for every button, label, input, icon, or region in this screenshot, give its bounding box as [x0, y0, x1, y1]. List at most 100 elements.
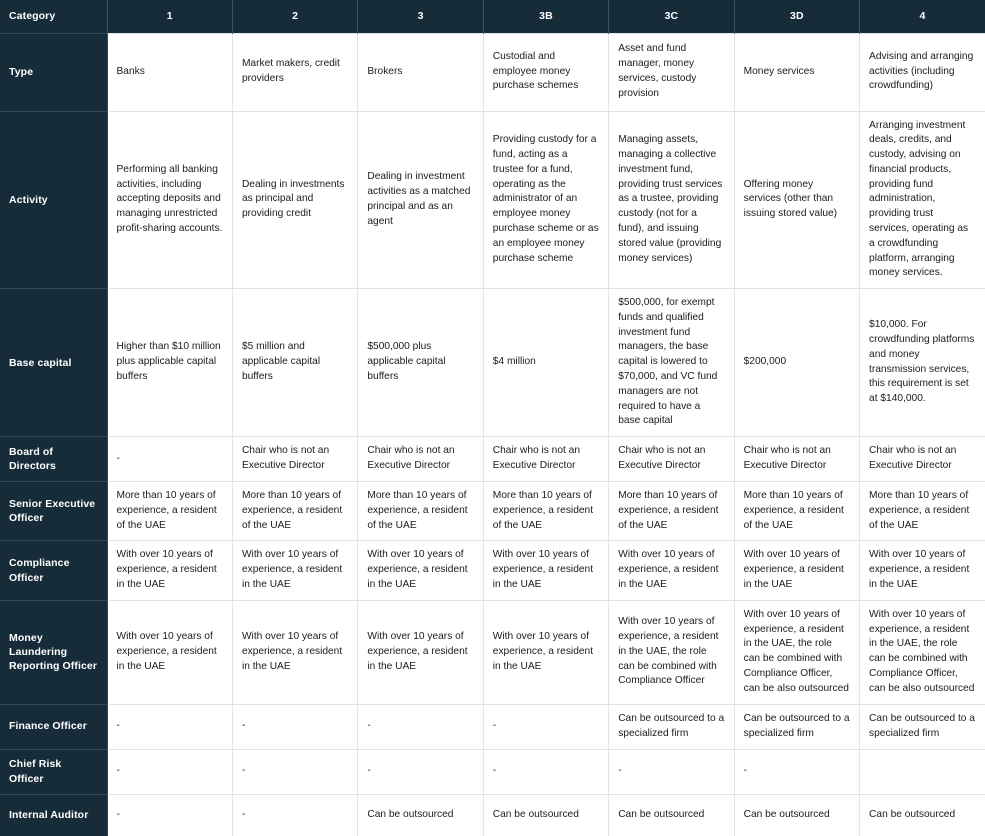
column-header-3b: 3B — [483, 0, 610, 33]
cell-type-3b: Custodial and employee money purchase sc… — [483, 32, 610, 111]
cell-chief-risk-officer-4 — [859, 748, 985, 794]
cell-finance-officer-3c: Can be outsourced to a specialized firm — [608, 703, 735, 749]
cell-senior-executive-officer-3d: More than 10 years of experience, a resi… — [734, 481, 861, 541]
table-row: Type Banks Market makers, credit provide… — [0, 32, 985, 111]
cell-finance-officer-3b: - — [483, 703, 610, 749]
cell-chief-risk-officer-3: - — [357, 748, 484, 794]
table-row: Base capital Higher than $10 million plu… — [0, 288, 985, 437]
cell-base-capital-4: $10,000. For crowdfunding platforms and … — [859, 288, 985, 437]
cell-compliance-officer-1: With over 10 years of experience, a resi… — [107, 540, 233, 601]
cell-activity-3d: Offering money services (other than issu… — [734, 110, 861, 289]
cell-type-3c: Asset and fund manager, money services, … — [608, 32, 735, 111]
cell-activity-3b: Providing custody for a fund, acting as … — [483, 110, 610, 289]
cell-board-of-directors-3b: Chair who is not an Executive Director — [483, 436, 610, 482]
cell-activity-1: Performing all banking activities, inclu… — [107, 110, 233, 289]
cell-finance-officer-2: - — [232, 703, 359, 749]
cell-chief-risk-officer-2: - — [232, 748, 359, 794]
cell-finance-officer-3: - — [357, 703, 484, 749]
row-header-activity: Activity — [0, 110, 108, 289]
column-header-1: 1 — [107, 0, 233, 33]
cell-senior-executive-officer-2: More than 10 years of experience, a resi… — [232, 481, 359, 541]
cell-board-of-directors-4: Chair who is not an Executive Director — [859, 436, 985, 482]
table-row: Compliance Officer With over 10 years of… — [0, 540, 985, 601]
column-header-3: 3 — [357, 0, 484, 33]
table-row: Senior Executive Officer More than 10 ye… — [0, 481, 985, 541]
cell-type-1: Banks — [107, 32, 233, 111]
row-header-finance-officer: Finance Officer — [0, 703, 108, 749]
table-row: Finance Officer - - - - Can be outsource… — [0, 703, 985, 749]
table-head: Category 1 2 3 3B 3C 3D 4 — [0, 0, 985, 33]
cell-base-capital-3d: $200,000 — [734, 288, 861, 437]
cell-compliance-officer-4: With over 10 years of experience, a resi… — [859, 540, 985, 601]
row-header-internal-auditor: Internal Auditor — [0, 793, 108, 836]
cell-mlro-3d: With over 10 years of experience, a resi… — [734, 599, 861, 704]
row-header-type: Type — [0, 32, 108, 111]
cell-base-capital-3c: $500,000, for exempt funds and qualified… — [608, 288, 735, 437]
cell-compliance-officer-2: With over 10 years of experience, a resi… — [232, 540, 359, 601]
table-row: Chief Risk Officer - - - - - - — [0, 748, 985, 794]
cell-mlro-3b: With over 10 years of experience, a resi… — [483, 599, 610, 704]
table-row: Internal Auditor - - Can be outsourced C… — [0, 793, 985, 836]
column-header-3d: 3D — [734, 0, 861, 33]
cell-type-3: Brokers — [357, 32, 484, 111]
cell-type-3d: Money services — [734, 32, 861, 111]
cell-mlro-3c: With over 10 years of experience, a resi… — [608, 599, 735, 704]
cell-base-capital-3: $500,000 plus applicable capital buffers — [357, 288, 484, 437]
cell-board-of-directors-3c: Chair who is not an Executive Director — [608, 436, 735, 482]
column-header-2: 2 — [232, 0, 359, 33]
cell-senior-executive-officer-3: More than 10 years of experience, a resi… — [357, 481, 484, 541]
categories-comparison-table: Category 1 2 3 3B 3C 3D 4 Type Banks Mar… — [0, 0, 985, 836]
cell-internal-auditor-3: Can be outsourced — [357, 793, 484, 836]
cell-board-of-directors-3d: Chair who is not an Executive Director — [734, 436, 861, 482]
cell-activity-3c: Managing assets, managing a collective i… — [608, 110, 735, 289]
cell-chief-risk-officer-3d: - — [734, 748, 861, 794]
cell-mlro-4: With over 10 years of experience, a resi… — [859, 599, 985, 704]
cell-board-of-directors-3: Chair who is not an Executive Director — [357, 436, 484, 482]
column-header-4: 4 — [859, 0, 985, 33]
cell-base-capital-1: Higher than $10 million plus applicable … — [107, 288, 233, 437]
cell-finance-officer-4: Can be outsourced to a specialized firm — [859, 703, 985, 749]
cell-activity-2: Dealing in investments as principal and … — [232, 110, 359, 289]
cell-finance-officer-1: - — [107, 703, 233, 749]
table-row: Money Laundering Reporting Officer With … — [0, 599, 985, 704]
column-header-3c: 3C — [608, 0, 735, 33]
cell-internal-auditor-2: - — [232, 793, 359, 836]
cell-chief-risk-officer-1: - — [107, 748, 233, 794]
cell-internal-auditor-3b: Can be outsourced — [483, 793, 610, 836]
column-header-category: Category — [0, 0, 108, 33]
cell-mlro-3: With over 10 years of experience, a resi… — [357, 599, 484, 704]
cell-senior-executive-officer-3c: More than 10 years of experience, a resi… — [608, 481, 735, 541]
cell-base-capital-2: $5 million and applicable capital buffer… — [232, 288, 359, 437]
cell-activity-4: Arranging investment deals, credits, and… — [859, 110, 985, 289]
cell-board-of-directors-2: Chair who is not an Executive Director — [232, 436, 359, 482]
cell-senior-executive-officer-4: More than 10 years of experience, a resi… — [859, 481, 985, 541]
cell-compliance-officer-3b: With over 10 years of experience, a resi… — [483, 540, 610, 601]
table-body: Type Banks Market makers, credit provide… — [0, 32, 985, 836]
table-row: Activity Performing all banking activiti… — [0, 110, 985, 289]
cell-chief-risk-officer-3b: - — [483, 748, 610, 794]
row-header-money-laundering-reporting-officer: Money Laundering Reporting Officer — [0, 599, 108, 704]
row-header-chief-risk-officer: Chief Risk Officer — [0, 748, 108, 794]
row-header-base-capital: Base capital — [0, 288, 108, 437]
table-header-row: Category 1 2 3 3B 3C 3D 4 — [0, 0, 985, 33]
table-row: Board of Directors - Chair who is not an… — [0, 436, 985, 482]
cell-internal-auditor-1: - — [107, 793, 233, 836]
row-header-senior-executive-officer: Senior Executive Officer — [0, 481, 108, 541]
cell-type-2: Market makers, credit providers — [232, 32, 359, 111]
cell-chief-risk-officer-3c: - — [608, 748, 735, 794]
cell-finance-officer-3d: Can be outsourced to a specialized firm — [734, 703, 861, 749]
cell-senior-executive-officer-1: More than 10 years of experience, a resi… — [107, 481, 233, 541]
cell-activity-3: Dealing in investment activities as a ma… — [357, 110, 484, 289]
cell-compliance-officer-3c: With over 10 years of experience, a resi… — [608, 540, 735, 601]
cell-board-of-directors-1: - — [107, 436, 233, 482]
cell-internal-auditor-4: Can be outsourced — [859, 793, 985, 836]
row-header-compliance-officer: Compliance Officer — [0, 540, 108, 601]
cell-mlro-1: With over 10 years of experience, a resi… — [107, 599, 233, 704]
cell-senior-executive-officer-3b: More than 10 years of experience, a resi… — [483, 481, 610, 541]
cell-internal-auditor-3c: Can be outsourced — [608, 793, 735, 836]
row-header-board-of-directors: Board of Directors — [0, 436, 108, 482]
cell-type-4: Advising and arranging activities (inclu… — [859, 32, 985, 111]
cell-internal-auditor-3d: Can be outsourced — [734, 793, 861, 836]
cell-base-capital-3b: $4 million — [483, 288, 610, 437]
cell-compliance-officer-3d: With over 10 years of experience, a resi… — [734, 540, 861, 601]
